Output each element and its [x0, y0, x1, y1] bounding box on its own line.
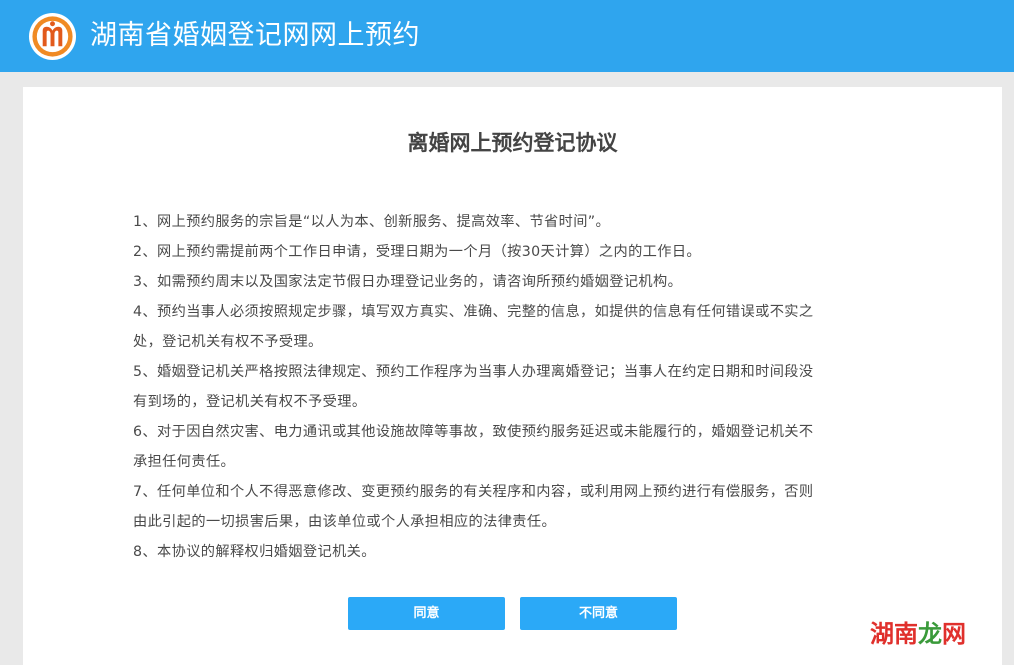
agreement-panel: 离婚网上预约登记协议 1、网上预约服务的宗旨是“以人为本、创新服务、提高效率、节… — [23, 87, 1002, 665]
list-item: 5、婚姻登记机关严格按照法律规定、预约工作程序为当事人办理离婚登记；当事人在约定… — [133, 357, 883, 417]
term-text: 8、本协议的解释权归婚姻登记机关。 — [133, 544, 376, 560]
term-text: 3、如需预约周末以及国家法定节假日办理登记业务的，请咨询所预约婚姻登记机构。 — [133, 274, 683, 290]
site-header: 湖南省婚姻登记网网上预约 — [0, 0, 1014, 72]
page-title: 离婚网上预约登记协议 — [407, 131, 618, 155]
watermark-text-accent: 龙 — [918, 619, 942, 648]
watermark-text: 湖南 — [870, 619, 918, 648]
list-item: 4、预约当事人必须按照规定步骤，填写双方真实、准确、完整的信息，如提供的信息有任… — [133, 297, 883, 357]
disagree-button[interactable]: 不同意 — [520, 597, 677, 630]
list-item: 7、任何单位和个人不得恶意修改、变更预约服务的有关程序和内容，或利用网上预约进行… — [133, 477, 883, 537]
agree-button[interactable]: 同意 — [348, 597, 505, 630]
term-text-continued: 处，登记机关有权不予受理。 — [133, 334, 323, 350]
watermark-logo: 湖南龙网 — [870, 616, 966, 652]
term-text: 6、对于因自然灾害、电力通讯或其他设施故障等事故，致使预约服务延迟或未能履行的，… — [133, 424, 814, 440]
hands-heart-logo-icon[interactable] — [28, 12, 77, 61]
term-text: 5、婚姻登记机关严格按照法律规定、预约工作程序为当事人办理离婚登记；当事人在约定… — [133, 364, 814, 380]
list-item: 2、网上预约需提前两个工作日申请，受理日期为一个月（按30天计算）之内的工作日。 — [133, 237, 883, 267]
list-item: 6、对于因自然灾害、电力通讯或其他设施故障等事故，致使预约服务延迟或未能履行的，… — [133, 417, 883, 477]
term-text-continued: 承担任何责任。 — [133, 454, 236, 470]
watermark-text: 网 — [942, 619, 966, 648]
term-text: 4、预约当事人必须按照规定步骤，填写双方真实、准确、完整的信息，如提供的信息有任… — [133, 304, 814, 320]
list-item: 8、本协议的解释权归婚姻登记机关。 — [133, 537, 883, 567]
list-item: 3、如需预约周末以及国家法定节假日办理登记业务的，请咨询所预约婚姻登记机构。 — [133, 267, 883, 297]
term-text-continued: 由此引起的一切损害后果，由该单位或个人承担相应的法律责任。 — [133, 514, 557, 530]
list-item: 1、网上预约服务的宗旨是“以人为本、创新服务、提高效率、节省时间”。 — [133, 207, 883, 237]
term-text: 7、任何单位和个人不得恶意修改、变更预约服务的有关程序和内容，或利用网上预约进行… — [133, 484, 814, 500]
term-text: 1、网上预约服务的宗旨是“以人为本、创新服务、提高效率、节省时间”。 — [133, 214, 611, 230]
site-title: 湖南省婚姻登记网网上预约 — [90, 20, 420, 51]
term-text-continued: 有到场的，登记机关有权不予受理。 — [133, 394, 367, 410]
agreement-terms-list: 1、网上预约服务的宗旨是“以人为本、创新服务、提高效率、节省时间”。 2、网上预… — [133, 207, 883, 567]
term-text: 2、网上预约需提前两个工作日申请，受理日期为一个月（按30天计算）之内的工作日。 — [133, 244, 702, 260]
